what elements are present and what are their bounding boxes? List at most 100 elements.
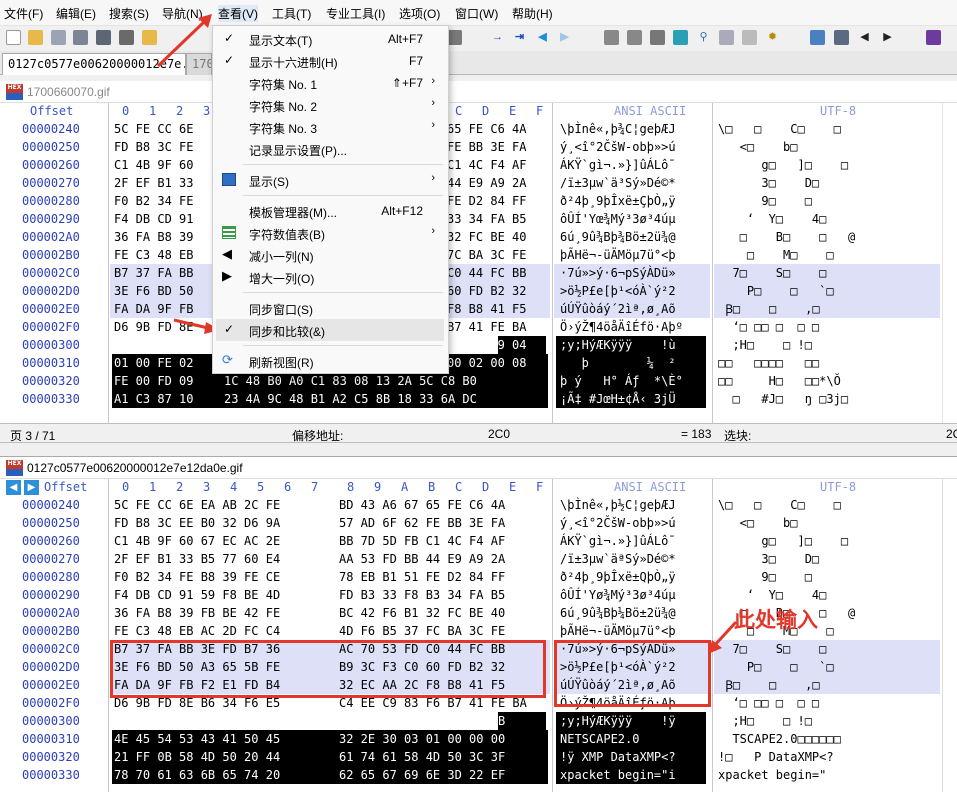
hex-bytes-left[interactable]: A1 C3 87 10 xyxy=(114,392,193,406)
menu-item-show-text[interactable]: ✓ 显示文本(T) Alt+F7 xyxy=(213,28,448,50)
utf8-text[interactable]: 9□ □ xyxy=(718,570,812,584)
hex-row[interactable]: 000002A0 36 FA B8 39 32 FC BE 40 6ú¸9û¾Bþ¾B… xyxy=(0,228,957,246)
hex-row[interactable]: 00000280 F0 B2 34 FE FE D2 84 FF ð²4þ¸9þÎxë… xyxy=(0,192,957,210)
menu-item-decrease-column[interactable]: ◀ 减小一列(N) xyxy=(213,244,448,266)
utf8-text[interactable]: ʻ□ □□ □ □ □ xyxy=(718,696,819,710)
utf8-text[interactable]: ;H□ □ !□ xyxy=(718,338,811,352)
utf8-text[interactable]: 7□ S□ □ xyxy=(718,266,826,280)
hex-bytes-right[interactable]: C0 44 FC BB xyxy=(447,266,526,280)
hex-bytes-right[interactable]: 02 21 F9 04 xyxy=(447,338,526,352)
ansi-text[interactable]: ð²4þ¸9þÎxë±QþÒ„ÿ xyxy=(560,570,676,584)
menu-item-charset-1[interactable]: 字符集 No. 1 ⇑+F7 › xyxy=(213,72,448,94)
menu-item-charset-3[interactable]: 字符集 No. 3 › xyxy=(213,116,448,138)
menu-window[interactable]: 窗口(W) xyxy=(455,5,498,22)
utf8-text[interactable]: 3□ D□ xyxy=(718,176,819,190)
ansi-text[interactable]: /ï±3µw`ä³Sý»Dé©* xyxy=(560,176,676,190)
utf8-text[interactable]: □ M□ □ xyxy=(718,248,834,262)
hex-row[interactable]: 00000310 4E 45 54 53 43 41 50 45 32 2E 30 … xyxy=(0,730,957,748)
properties-icon[interactable] xyxy=(119,30,134,45)
hex-bytes-right[interactable]: 00 02 00 08 xyxy=(447,356,526,370)
find-next-icon[interactable] xyxy=(742,30,757,45)
menu-help[interactable]: 帮助(H) xyxy=(512,5,553,22)
ansi-text[interactable]: Ö›ýŽ¶4öåÄîÉfö·Aþº xyxy=(560,320,683,334)
ansi-text[interactable]: ;y;HýÆKÿÿÿ !ÿ xyxy=(560,714,676,728)
hex-bytes-left[interactable]: 01 00 FE 02 xyxy=(114,356,193,370)
new-file-icon[interactable] xyxy=(6,30,21,45)
hex-bytes-left[interactable]: 21 FF 0B 58 4D 50 20 44 xyxy=(114,750,280,764)
hex-bytes-left[interactable]: C1 4B 9F 60 xyxy=(114,158,193,172)
utf8-text[interactable]: <□ b□ xyxy=(718,516,798,530)
hex-bytes-left[interactable]: 36 FA B8 39 FB BE 42 FE xyxy=(114,606,280,620)
hex-bytes-left[interactable]: FD B8 3C FE xyxy=(114,140,193,154)
utf8-text[interactable]: Ꞵ□ □ ,□ xyxy=(718,678,819,692)
menu-search[interactable]: 搜索(S) xyxy=(109,5,149,22)
hex-bytes-right[interactable]: 57 AD 6F 62 FE BB 3E FA xyxy=(339,516,505,530)
hex-bytes-right[interactable]: BC 42 F6 B1 32 FC BE 40 xyxy=(339,606,505,620)
hex-bytes-right[interactable]: F8 B8 41 F5 xyxy=(447,302,526,316)
utf8-text[interactable]: ;H□ □ !□ xyxy=(718,714,811,728)
ansi-text[interactable]: ôÛÍ'Yœ¾Mý³3ø³4úµ xyxy=(560,212,676,226)
hex-bytes-left[interactable]: 3B 79 3B 48 xyxy=(114,338,193,352)
ansi-text[interactable]: ôÛÍ'Yø¾Mý³3ø³4úµ xyxy=(560,588,676,602)
hex-bytes-right[interactable]: 44 E9 A9 2A xyxy=(447,176,526,190)
hex-row[interactable]: 00000280 F0 B2 34 FE B8 39 FE CE 78 EB B1 … xyxy=(0,568,957,586)
menu-options[interactable]: 选项(O) xyxy=(399,5,440,22)
ansi-text[interactable]: ·7ú»>ý·6¬pSýÀDü» xyxy=(560,266,676,280)
utf8-text[interactable]: □ B□ □ @ xyxy=(718,230,856,244)
hex-bytes-right[interactable]: 62 65 67 69 6E 3D 22 EF xyxy=(339,768,505,782)
hex-row[interactable]: 000002E0 FA DA 9F FB F8 B8 41 F5 úÚŸûòáý´2ì… xyxy=(0,300,957,318)
hex-bytes-left[interactable]: F0 B2 34 FE B8 39 FE CE xyxy=(114,570,280,584)
disk-icon[interactable] xyxy=(604,30,619,45)
hex-row[interactable]: 000002C0 B7 37 FA BB C0 44 FC BB ·7ú»>ý·6¬p… xyxy=(0,264,957,282)
hex-bytes-left[interactable]: 4E 45 54 53 43 41 50 45 xyxy=(114,732,280,746)
ansi-text[interactable]: ý¸<î°2ČšW-obþ»>ú xyxy=(560,140,676,154)
utf8-text[interactable]: 3□ D□ xyxy=(718,552,819,566)
hex-row[interactable]: 00000330 A1 C3 87 10 23 4A 9C 48 B1 A2 C5 … xyxy=(0,390,957,408)
utf8-text[interactable]: xpacket begin=" xyxy=(718,768,826,782)
menu-item-increase-column[interactable]: ▶ 增大一列(O) xyxy=(213,266,448,288)
menu-pro-tools[interactable]: 专业工具(I) xyxy=(326,5,385,22)
hex-row[interactable]: 00000320 21 FF 0B 58 4D 50 20 44 61 74 61 … xyxy=(0,748,957,766)
hex-bytes-left[interactable]: F4 DB CD 91 xyxy=(114,212,193,226)
table-view-icon[interactable] xyxy=(834,30,849,45)
ansi-text[interactable]: xpacket begin="i xyxy=(560,768,676,782)
ansi-text[interactable]: ;y;HýÆKÿÿÿ !ù xyxy=(560,338,676,352)
save-icon[interactable] xyxy=(51,30,66,45)
nav-forward-icon[interactable]: ▶ xyxy=(24,480,39,495)
hex-bytes-right[interactable]: 61 74 61 58 4D 50 3C 3F xyxy=(339,750,505,764)
ansi-text[interactable]: !ÿ XMP DataXMP<? xyxy=(560,750,676,764)
hex-bytes-right[interactable]: 32 2E 30 03 01 00 00 00 xyxy=(339,732,505,746)
goto-offset-icon[interactable]: ⇥ xyxy=(512,30,527,45)
hex-bytes-right[interactable]: 78 EB B1 51 FE D2 84 FF xyxy=(339,570,505,584)
calculator-icon[interactable] xyxy=(673,30,688,45)
ansi-text[interactable]: ð²4þ¸9þÎxë±ÇþÒ„ÿ xyxy=(560,194,676,208)
hex-row[interactable]: 00000260 C1 4B 9F 60 C1 4C F4 AF ÁKŸ`gì¬.»}… xyxy=(0,156,957,174)
hex-bytes-right[interactable]: C1 4C F4 AF xyxy=(447,158,526,172)
compare-icon[interactable] xyxy=(810,30,825,45)
utf8-text[interactable]: P□ □ `□ xyxy=(718,284,834,298)
utf8-text[interactable]: Ꞵ□ □ ,□ xyxy=(718,302,819,316)
ansi-text[interactable]: þÃHë¬-üÄMöµ7ü°<þ xyxy=(560,624,676,638)
menu-item-char-table[interactable]: 字符数值表(B) › xyxy=(213,222,448,244)
hex-bytes-right[interactable]: BD 43 A6 67 65 FE C6 4A xyxy=(339,498,505,512)
utf8-text[interactable]: ʻ Y□ 4□ xyxy=(718,588,826,602)
gear-icon[interactable]: ✹ xyxy=(765,30,780,45)
menu-tools[interactable]: 工具(T) xyxy=(272,5,311,22)
hex-bytes-right[interactable]: 1C 48 B0 A0 C1 83 08 13 2A 5C C8 B0 xyxy=(224,374,477,388)
hex-bytes-right[interactable]: 7C BA 3C FE xyxy=(447,248,526,262)
hex-row[interactable]: 00000270 2F EF B1 33 44 E9 A9 2A/ï±3µw`ä³S… xyxy=(0,174,957,192)
ansi-text[interactable]: ý¸<î°2ČšW-obþ»>ú xyxy=(560,516,676,530)
utf8-text[interactable]: □□ □□□□ □□ xyxy=(718,356,819,370)
ansi-text[interactable]: 6ú¸9û¾Bþ¼Bö±2ü¾@ xyxy=(560,606,676,620)
ansi-text[interactable]: /ï±3µw`äªSý»Dé©* xyxy=(560,552,676,566)
ansi-text[interactable]: þÃHë¬-üÄMöµ7ü°<þ xyxy=(560,248,676,262)
hex-bytes-left[interactable]: FD B8 3C EE B0 32 D6 9A xyxy=(114,516,280,530)
jump-right-icon[interactable]: ▶ xyxy=(880,30,895,45)
back-icon[interactable]: ◀ xyxy=(535,30,550,45)
ansi-text[interactable]: NETSCAPE2.0 xyxy=(560,732,639,746)
open-folder-icon[interactable] xyxy=(28,30,43,45)
hex-tool-icon[interactable] xyxy=(447,30,462,45)
hex-row[interactable]: 000002D0 3E F6 BD 50 60 FD B2 32 >ö½P£e[þ¹<… xyxy=(0,282,957,300)
hex-bytes-right[interactable]: 65 FE C6 4A xyxy=(447,122,526,136)
hex-bytes-left[interactable]: B7 37 FA BB xyxy=(114,266,193,280)
